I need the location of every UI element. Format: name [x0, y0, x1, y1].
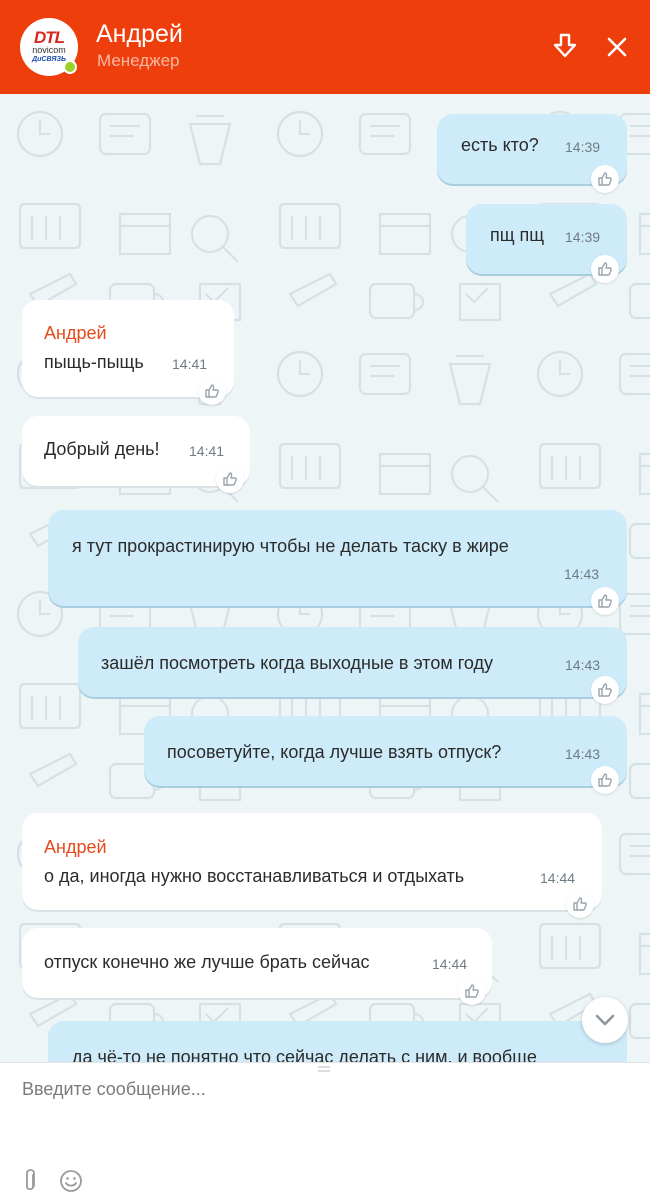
logo-text-mid: novicom [32, 45, 66, 55]
message-author: Андрей [44, 837, 107, 857]
message-time: 14:43 [564, 566, 600, 582]
like-button[interactable] [591, 676, 619, 704]
logo-text-top: DTL [33, 28, 65, 47]
message-text: да чё-то не понятно что сейчас делать с … [72, 1047, 537, 1062]
thumbs-up-icon [598, 172, 612, 186]
close-button[interactable] [600, 30, 634, 64]
thumbs-up-icon [573, 897, 587, 911]
message-bubble[interactable]: Андрей о да, иногда нужно восстанавливат… [22, 813, 602, 910]
thumbs-up-icon [205, 384, 219, 398]
message-time: 14:44 [540, 870, 576, 886]
like-button[interactable] [566, 890, 594, 918]
emoji-button[interactable] [56, 1166, 86, 1196]
message-text: о да, иногда нужно восстанавливаться и о… [44, 866, 465, 886]
scroll-to-bottom-button[interactable] [582, 997, 628, 1043]
thumbs-up-icon [598, 773, 612, 787]
like-button[interactable] [198, 377, 226, 405]
message-input[interactable] [22, 1079, 622, 1149]
message-time: 14:44 [432, 956, 468, 972]
logo-text-bot: ДиСВЯЗЬ [32, 56, 66, 63]
contact-role: Менеджер [97, 51, 180, 70]
message-bubble[interactable]: я тут прокрастинирую чтобы не делать тас… [48, 510, 627, 606]
thumbs-up-icon [598, 262, 612, 276]
thumbs-up-icon [598, 594, 612, 608]
like-button[interactable] [591, 165, 619, 193]
message-bubble[interactable]: посоветуйте, когда лучше взять отпуск? 1… [144, 716, 627, 786]
message-bubble[interactable]: отпуск конечно же лучше брать сейчас 14:… [22, 928, 492, 998]
message-time: 14:41 [172, 356, 208, 372]
like-button[interactable] [216, 465, 244, 493]
message-time: 14:43 [565, 746, 601, 762]
like-button[interactable] [591, 587, 619, 615]
like-button[interactable] [458, 977, 486, 1005]
message-composer [0, 1062, 650, 1204]
message-time: 14:39 [565, 229, 601, 245]
message-text: пыщь-пыщь [44, 352, 144, 372]
message-time: 14:39 [565, 139, 601, 155]
like-button[interactable] [591, 255, 619, 283]
chevron-down-icon [595, 1014, 615, 1026]
message-text: посоветуйте, когда лучше взять отпуск? [167, 742, 502, 762]
online-status-indicator [63, 60, 77, 74]
thumbs-up-icon [598, 683, 612, 697]
message-bubble[interactable]: зашёл посмотреть когда выходные в этом г… [78, 627, 627, 697]
close-icon [607, 37, 627, 57]
message-time: 14:41 [189, 443, 225, 459]
resize-grip-icon[interactable] [318, 1066, 330, 1072]
message-time: 14:43 [565, 657, 601, 673]
message-text: я тут прокрастинирую чтобы не делать тас… [72, 536, 509, 556]
thumbs-up-icon [465, 984, 479, 998]
message-text: есть кто? [461, 135, 539, 155]
like-button[interactable] [591, 766, 619, 794]
message-author: Андрей [44, 323, 107, 343]
thumbs-up-icon [223, 472, 237, 486]
smiley-icon [60, 1170, 82, 1192]
message-text: пщ пщ [490, 225, 545, 245]
contact-name: Андрей [96, 20, 183, 48]
attach-button[interactable] [15, 1166, 45, 1196]
message-text: отпуск конечно же лучше брать сейчас [44, 952, 370, 972]
message-text: зашёл посмотреть когда выходные в этом г… [101, 653, 493, 673]
message-list[interactable]: есть кто? 14:39 пщ пщ 14:39 Андрей пыщь-… [0, 94, 650, 1062]
chat-header: DTL novicom ДиСВЯЗЬ Андрей Менеджер [0, 0, 650, 94]
message-text: Добрый день! [44, 439, 160, 459]
download-icon [553, 33, 577, 58]
message-bubble[interactable]: да чё-то не понятно что сейчас делать с … [48, 1021, 627, 1062]
download-button[interactable] [548, 30, 582, 64]
paperclip-icon [26, 1169, 35, 1191]
